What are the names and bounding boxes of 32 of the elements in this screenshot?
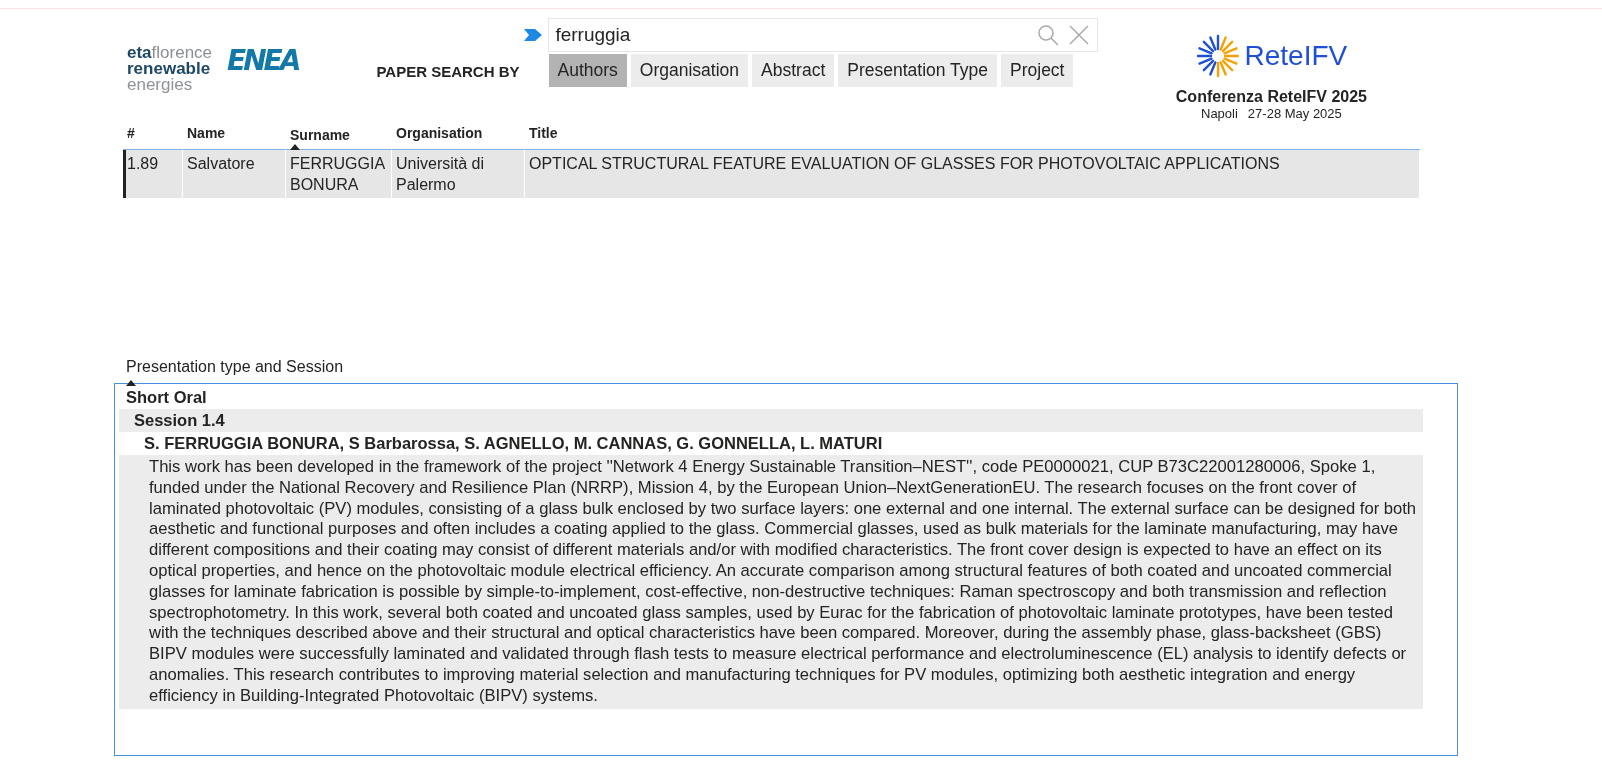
sort-arrow-icon[interactable]: [126, 380, 136, 386]
table-cell: 1.89: [127, 155, 159, 172]
tab[interactable]: Project: [1001, 54, 1074, 87]
search-by-label: PAPER SEARCH BY: [376, 63, 520, 80]
column-header[interactable]: Title: [529, 125, 558, 141]
conference-dates: 27-28 May 2025: [1247, 106, 1342, 121]
column-header[interactable]: #: [127, 125, 135, 141]
column-header[interactable]: Surname: [290, 127, 350, 147]
conference-title: Conferenza ReteIFV 2025: [1175, 88, 1367, 106]
logo: ENEA: [227, 47, 299, 75]
column-header[interactable]: Organisation: [396, 125, 483, 141]
logo: ReteIFV: [1244, 40, 1348, 72]
conference-place: Napoli: [1201, 106, 1238, 121]
chevron-icon: [524, 28, 543, 42]
table-cell: FERRUGGIA BONURA: [290, 155, 385, 193]
logo: etaflorence renewable energies: [127, 45, 213, 96]
tab[interactable]: Abstract: [752, 54, 835, 87]
table-cell: Salvatore: [187, 155, 255, 172]
presentation-type: Short Oral: [125, 387, 208, 408]
tab[interactable]: Organisation: [630, 54, 749, 87]
table-cell: OPTICAL STRUCTURAL FEATURE EVALUATION OF GLASSES FOR PHOTOVOLTAIC APPLICATIONS: [529, 155, 1280, 172]
sort-arrow-icon[interactable]: [290, 144, 300, 150]
session-label: Session 1.4: [119, 409, 1423, 432]
authors-list: S. FERRUGGIA BONURA, S Barbarossa, S. AGNELLO, M. CANNAS, G. GONNELLA, L. MATURI: [119, 432, 1453, 455]
tab[interactable]: Presentation Type: [838, 54, 997, 87]
column-header[interactable]: Name: [187, 125, 226, 141]
table-cell: Università di Palermo: [396, 155, 485, 193]
sunburst-icon: [1195, 34, 1240, 78]
tab[interactable]: Authors: [548, 54, 627, 87]
table-row[interactable]: 1.89 Salvatore FERRUGGIA BONURA Università di Palermo OPTICAL STRUCTURAL FEATURE EVALUATION OF GLASSES FOR PHOTOVOLTAIC APPLICATIONS: [123, 150, 1420, 198]
abstract-text: This work has been developed in the framework of the project ''Network 4 Energy Sustainable Transition–NEST'', code PE0000021, CUP B73C22001280006, Spoke 1, funded under the National Recovery and Resilience Plan (NRRP), Mission 4, by the European Union–NextGenerationEU. The research focuses on the front cover of laminated photovoltaic (PV) modules, consisting of a glass bulk enclosed by two surface layers: one external and one internal. The external surface can be designed for both aesthetic and functional purposes and often includes a coating applied to the glass. Commercial glasses, used as bulk materials for the laminate manufacturing, may have different compositions and their coating may consist of different materials and/or with modified characteristics. The front cover design is expected to have an effect on its optical properties, and hence on the photovoltaic module electrical efficiency. An accurate comparison among structural features of both coated and uncoated commercial glasses for laminate fabrication is possible by simple-to-implement, cost-effective, non-destructive techniques: Raman spectroscopy and both transmission and reflection spectrophotometry. In this work, several both coated and uncoated glass samples, used by Eurac for the fabrication of photovoltaic laminate prototypes, have been tested with the techniques described above and their structural and optical characteristics have been compared. Moreover, during the assembly phase, glass-backsheet (GBS) BIPV modules were successfully laminated and validated through flash tests to measure electrical performance and electroluminescence (EL) analysis to identify defects or anomalies. This research contributes to improving material selection and manufacturing techniques for PV modules, optimizing both aesthetic integration and energy efficiency in Building-Integrated Photovoltaic (BIPV) systems.: [119, 455, 1423, 709]
section-heading: Presentation type and Session: [126, 358, 344, 375]
